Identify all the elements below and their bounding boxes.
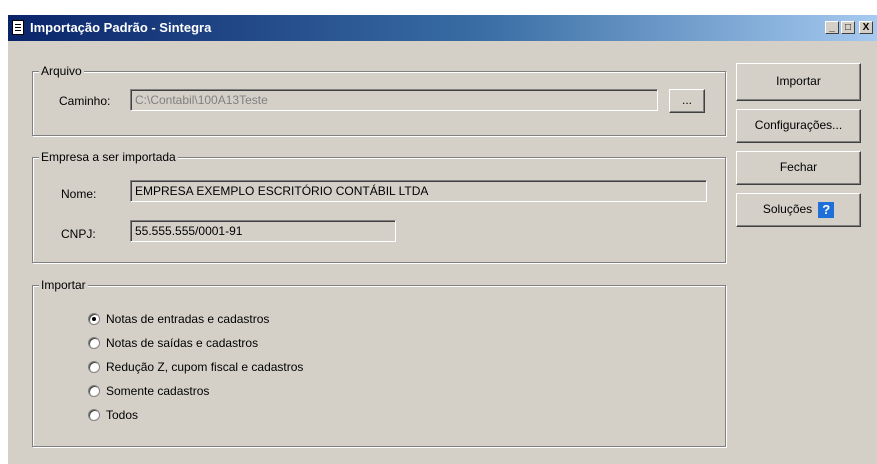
importar-legend: Importar <box>39 278 88 292</box>
arquivo-legend: Arquivo <box>39 64 84 78</box>
empresa-legend: Empresa a ser importada <box>39 150 178 164</box>
title-bar[interactable]: Importação Padrão - Sintegra _ □ X <box>8 15 877 41</box>
radio-button[interactable] <box>88 337 100 349</box>
caminho-field[interactable]: C:\Contabil\100A13Teste <box>130 89 658 111</box>
radio-button[interactable] <box>88 313 100 325</box>
cnpj-field[interactable]: 55.555.555/0001-91 <box>130 220 396 242</box>
close-button[interactable]: X <box>859 21 873 34</box>
caminho-label: Caminho: <box>59 94 111 108</box>
configuracoes-button[interactable]: Configurações... <box>736 109 861 143</box>
window-title: Importação Padrão - Sintegra <box>30 20 212 35</box>
radio-label[interactable]: Notas de saídas e cadastros <box>106 336 258 350</box>
minimize-button[interactable]: _ <box>825 21 839 34</box>
radio-label[interactable]: Somente cadastros <box>106 384 209 398</box>
radio-button[interactable] <box>88 385 100 397</box>
solucoes-button[interactable]: Soluções? <box>736 193 861 227</box>
radio-label[interactable]: Redução Z, cupom fiscal e cadastros <box>106 360 303 374</box>
importar-group: Importar Notas de entradas e cadastros N… <box>32 278 726 447</box>
nome-field[interactable]: EMPRESA EXEMPLO ESCRITÓRIO CONTÁBIL LTDA <box>130 180 707 202</box>
browse-button[interactable]: ... <box>669 89 705 113</box>
radio-label[interactable]: Todos <box>106 408 138 422</box>
radio-label[interactable]: Notas de entradas e cadastros <box>106 312 269 326</box>
arquivo-group: Arquivo Caminho: C:\Contabil\100A13Teste… <box>32 64 726 136</box>
radio-button[interactable] <box>88 361 100 373</box>
nome-label: Nome: <box>61 187 97 201</box>
solucoes-label: Soluções <box>762 202 813 216</box>
document-icon <box>12 20 24 35</box>
help-icon: ? <box>818 201 835 218</box>
empresa-group: Empresa a ser importada Nome: EMPRESA EX… <box>32 150 726 263</box>
importar-button[interactable]: Importar <box>736 63 861 101</box>
import-dialog: Importação Padrão - Sintegra _ □ X Arqui… <box>8 15 877 464</box>
fechar-button[interactable]: Fechar <box>736 151 861 185</box>
cnpj-label: CNPJ: <box>61 227 96 241</box>
maximize-button[interactable]: □ <box>841 21 855 34</box>
radio-button[interactable] <box>88 409 100 421</box>
